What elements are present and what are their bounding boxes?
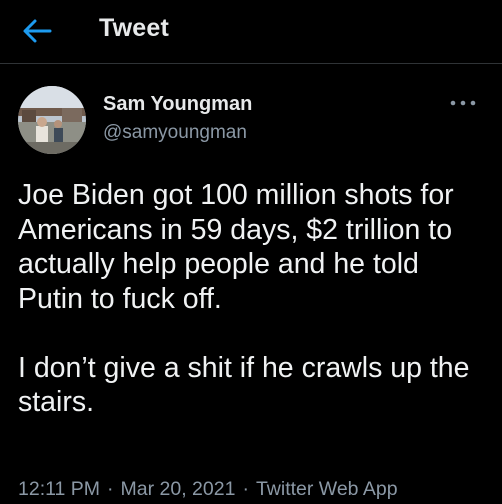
more-options-button[interactable] — [448, 94, 478, 112]
meta-separator: · — [242, 478, 249, 500]
more-horizontal-icon — [450, 100, 476, 106]
page-title: Tweet — [99, 14, 169, 42]
tweet-source[interactable]: Twitter Web App — [256, 478, 398, 500]
author-handle[interactable]: @samyoungman — [103, 122, 247, 144]
tweet-text: Joe Biden got 100 million shots for Amer… — [18, 179, 470, 418]
tweet-date[interactable]: Mar 20, 2021 — [121, 478, 236, 500]
profile-photo-icon — [18, 86, 86, 154]
tweet-metadata: 12:11 PM · Mar 20, 2021 · Twitter Web App — [18, 478, 398, 501]
avatar[interactable] — [18, 86, 86, 154]
meta-separator: · — [107, 478, 114, 500]
author-name[interactable]: Sam Youngman — [103, 93, 252, 116]
top-bar: Tweet — [0, 0, 502, 64]
arrow-left-icon — [23, 19, 52, 43]
tweet-time[interactable]: 12:11 PM — [18, 478, 100, 500]
back-button[interactable] — [22, 18, 52, 44]
